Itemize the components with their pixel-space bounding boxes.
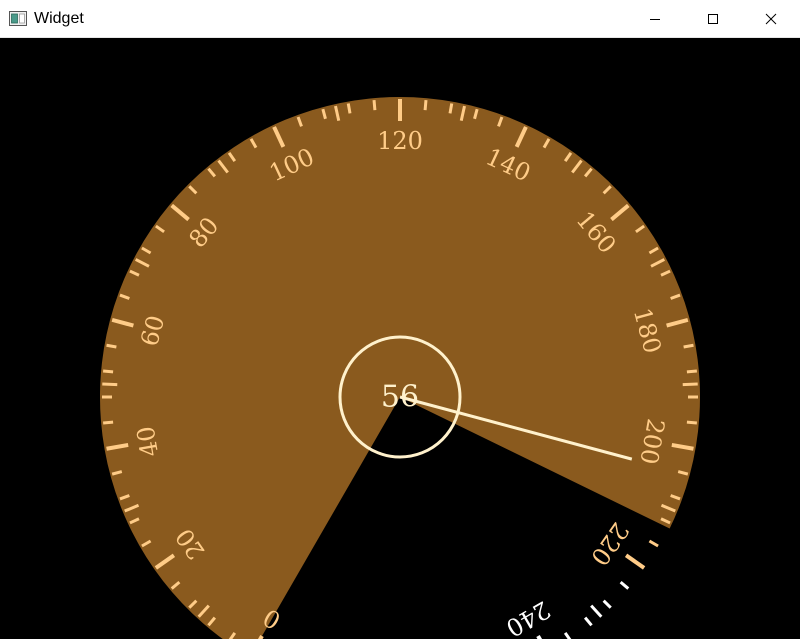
minimize-icon: [649, 10, 661, 29]
gauge-minor-tick: [448, 103, 454, 114]
gauge-minor-tick: [619, 580, 630, 590]
app-window: Widget 0 20 40 60 80 100 120 140 160 180 200 220: [0, 0, 800, 639]
gauge-minor-tick: [563, 632, 572, 639]
gauge-minor-tick: [686, 420, 697, 425]
gauge-medium-tick: [590, 604, 603, 618]
gauge-minor-tick: [103, 420, 114, 425]
close-icon: [765, 10, 777, 29]
title-bar[interactable]: Widget: [0, 0, 800, 38]
app-window-icon: [9, 11, 27, 27]
gauge-minor-tick: [686, 369, 697, 374]
close-button[interactable]: [742, 0, 800, 38]
window-title: Widget: [34, 10, 84, 27]
gauge-medium-tick: [102, 382, 118, 387]
gauge-medium-tick: [682, 382, 698, 387]
gauge-minor-tick: [602, 599, 612, 609]
gauge-minor-tick: [648, 539, 659, 548]
gauge-value-readout: 56: [381, 380, 419, 415]
gauge-minor-tick: [423, 100, 428, 111]
widget-canvas: 0 20 40 60 80 100 120 140 160 180 200 220 240 56: [0, 38, 800, 639]
gauge-minor-tick: [583, 616, 593, 627]
gauge-minor-tick: [372, 100, 377, 111]
speed-gauge: 020406080100120140160180200220240 56: [100, 97, 700, 639]
gauge-scale-label: 40: [131, 424, 164, 459]
maximize-icon: [707, 10, 719, 29]
gauge-major-tick: [624, 553, 646, 570]
gauge-minor-tick: [103, 369, 114, 374]
gauge-minor-tick: [683, 343, 694, 349]
gauge-scale-label: 220: [585, 517, 634, 571]
gauge-scale-label: 240: [501, 595, 555, 639]
gauge-minor-tick: [106, 343, 117, 349]
minimize-button[interactable]: [626, 0, 684, 38]
maximize-button[interactable]: [684, 0, 742, 38]
gauge-minor-tick: [346, 103, 352, 114]
gauge-scale-label: 120: [377, 127, 423, 155]
